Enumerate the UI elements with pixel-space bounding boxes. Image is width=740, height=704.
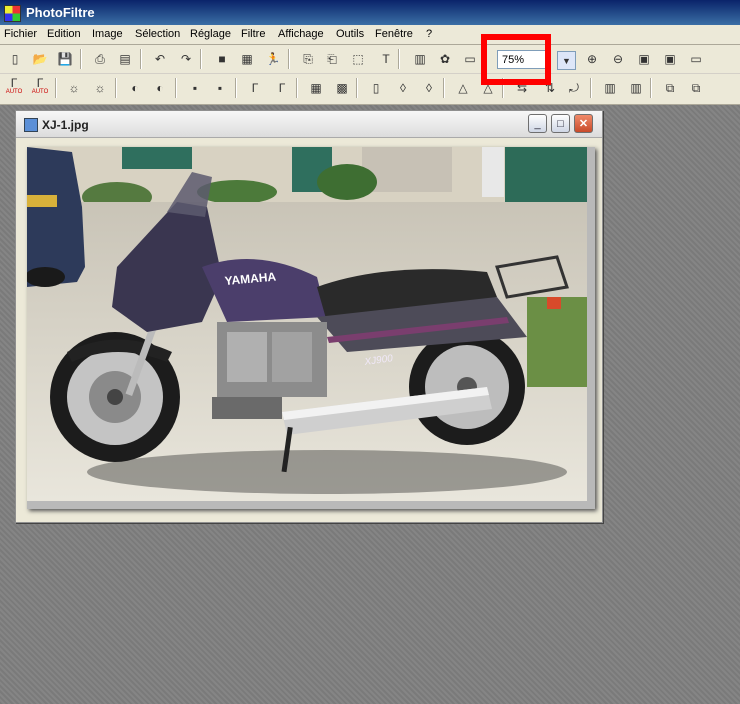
motorcycle-photo: YAMAHA XJ900: [27, 147, 587, 501]
zoom-in-icon[interactable]: ⊕: [582, 50, 602, 68]
auto-levels-icon[interactable]: Γ AUTO: [4, 77, 24, 97]
copy-doc-icon[interactable]: ⎘: [298, 50, 318, 68]
triangle-icon[interactable]: △: [453, 79, 473, 97]
zoom-out-icon[interactable]: ⊖: [608, 50, 628, 68]
menu-item-5[interactable]: Réglage: [190, 28, 231, 40]
print-icon[interactable]: ⎙: [90, 50, 110, 68]
fit-icon[interactable]: ▣: [634, 50, 654, 68]
mirror-icon[interactable]: ▥: [600, 79, 620, 97]
selection-icon[interactable]: ⬚: [348, 50, 368, 68]
minimize-button[interactable]: _: [528, 114, 547, 133]
app-titlebar: PhotoFiltre: [0, 0, 740, 25]
close-icon: ✕: [578, 118, 589, 130]
document-window: XJ-1.jpg _ □ ✕ YAMAHA XJ900: [15, 110, 603, 523]
toolbar-separator: [443, 78, 445, 98]
filter-toolbar: Γ AUTO Γ AUTO ☼ ☼ ◐ ◐ ▪ ▪ Γ Γ ▦ ▩ ▯ ◊ ◊ △ △ ⇆ ⇅ ⤾ ▥ ▥ ⧉ ⧉: [0, 74, 740, 105]
image-canvas[interactable]: YAMAHA XJ900: [27, 147, 595, 509]
redo-icon[interactable]: ↷: [176, 50, 196, 68]
toolbar-separator: [115, 78, 117, 98]
auto-label: AUTO: [31, 89, 49, 95]
toolbar-separator: [650, 78, 652, 98]
document-titlebar[interactable]: XJ-1.jpg _ □ ✕: [16, 111, 602, 138]
grid-filter-icon[interactable]: ▦: [306, 79, 326, 97]
text-icon[interactable]: T: [376, 50, 396, 68]
fullscreen-icon[interactable]: ▣: [660, 50, 680, 68]
frame-icon[interactable]: ▯: [366, 79, 386, 97]
menu-item-9[interactable]: Fenêtre: [375, 28, 413, 40]
transform-icon[interactable]: ⧉: [660, 79, 680, 97]
chevron-down-icon: ▼: [562, 55, 571, 66]
document-title: XJ-1.jpg: [42, 118, 89, 132]
run-icon[interactable]: 🏃: [263, 50, 283, 68]
app-title: PhotoFiltre: [26, 5, 95, 20]
save-icon[interactable]: 💾: [55, 50, 75, 68]
auto-label: AUTO: [5, 89, 23, 95]
rotate-icon[interactable]: ⤾: [564, 79, 584, 97]
minimize-icon: _: [534, 117, 541, 130]
menu-item-3[interactable]: Image: [92, 28, 123, 40]
new-file-icon[interactable]: ▯: [5, 50, 25, 68]
contrast-up-icon[interactable]: ◐: [150, 79, 170, 97]
main-toolbar: ▯ 📂 💾 ⎙ ▤ ↶ ↷ ■ ▦ 🏃 ⎘ ⎗ ⬚ T ▥ ✿ ▭ ⊕ ⊖ ▣ ▣ ▭: [0, 45, 740, 74]
zoom-highlight-box: [481, 34, 551, 85]
drop-outline-icon[interactable]: ◊: [419, 79, 439, 97]
drop-icon[interactable]: ◊: [393, 79, 413, 97]
maximize-icon: □: [557, 117, 564, 130]
scan-icon[interactable]: ▤: [115, 50, 135, 68]
toolbar-separator: [80, 49, 82, 69]
mirror2-icon[interactable]: ▥: [626, 79, 646, 97]
zoom-dropdown-button[interactable]: ▼: [557, 51, 576, 70]
menu-item-2[interactable]: Edition: [47, 28, 81, 40]
gamma-down-icon[interactable]: Γ: [245, 79, 265, 97]
toolbar-separator: [296, 78, 298, 98]
menu-item-6[interactable]: Filtre: [241, 28, 265, 40]
texture-icon[interactable]: ▩: [332, 79, 352, 97]
toolbar-separator: [200, 49, 202, 69]
toolbar-separator: [590, 78, 592, 98]
auto-contrast-icon[interactable]: Γ AUTO: [30, 77, 50, 97]
paste-doc-icon[interactable]: ⎗: [322, 50, 342, 68]
menu-item-8[interactable]: Outils: [336, 28, 364, 40]
menu-item-1[interactable]: Fichier: [4, 28, 37, 40]
toolbar-separator: [288, 49, 290, 69]
palette-icon[interactable]: ✿: [435, 50, 455, 68]
saturation-down-icon[interactable]: ▪: [185, 79, 205, 97]
toolbar-separator: [55, 78, 57, 98]
close-button[interactable]: ✕: [574, 114, 593, 133]
toolbar-separator: [175, 78, 177, 98]
resize-icon[interactable]: ⧉: [686, 79, 706, 97]
gamma-up-icon[interactable]: Γ: [272, 79, 292, 97]
photofiltre-app-icon: [4, 5, 21, 22]
layers-icon[interactable]: ▥: [410, 50, 430, 68]
toolbar-separator: [356, 78, 358, 98]
toolbar-separator: [235, 78, 237, 98]
menu-item-10[interactable]: ?: [426, 28, 432, 40]
brightness-down-icon[interactable]: ☼: [64, 79, 84, 97]
maximize-button[interactable]: □: [551, 114, 570, 133]
menu-item-4[interactable]: Sélection: [135, 28, 180, 40]
saturation-up-icon[interactable]: ▪: [210, 79, 230, 97]
image-file-icon: [24, 118, 38, 132]
contrast-down-icon[interactable]: ◐: [125, 79, 145, 97]
menu-item-7[interactable]: Affichage: [278, 28, 324, 40]
undo-icon[interactable]: ↶: [150, 50, 170, 68]
toolbar-separator: [140, 49, 142, 69]
window-icon[interactable]: ▭: [460, 50, 480, 68]
toolbar-separator: [398, 49, 400, 69]
monitor-icon[interactable]: ▭: [686, 50, 706, 68]
gray-square-icon[interactable]: ■: [212, 50, 232, 68]
open-folder-icon[interactable]: 📂: [30, 50, 50, 68]
color-grid-icon[interactable]: ▦: [237, 50, 257, 68]
brightness-up-icon[interactable]: ☼: [90, 79, 110, 97]
menubar: Fichier Edition Image Sélection Réglage Filtr…: [0, 25, 740, 45]
